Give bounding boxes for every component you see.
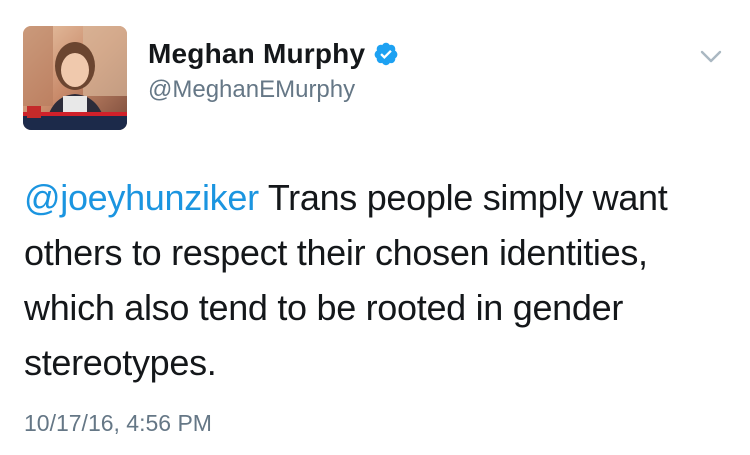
tweet-card: Meghan Murphy @MeghanEMurphy @joeyhunzik… bbox=[0, 0, 750, 455]
mention-link[interactable]: @joeyhunziker bbox=[24, 177, 259, 218]
avatar[interactable] bbox=[23, 26, 127, 130]
user-handle[interactable]: @MeghanEMurphy bbox=[148, 76, 355, 104]
avatar-image bbox=[23, 26, 127, 130]
name-row: Meghan Murphy bbox=[148, 38, 399, 70]
display-name[interactable]: Meghan Murphy bbox=[148, 38, 365, 70]
verified-badge-icon bbox=[373, 41, 399, 67]
tweet-text: @joeyhunziker Trans people simply want o… bbox=[24, 170, 724, 390]
chevron-down-icon[interactable] bbox=[700, 50, 722, 64]
tweet-timestamp[interactable]: 10/17/16, 4:56 PM bbox=[24, 410, 212, 437]
